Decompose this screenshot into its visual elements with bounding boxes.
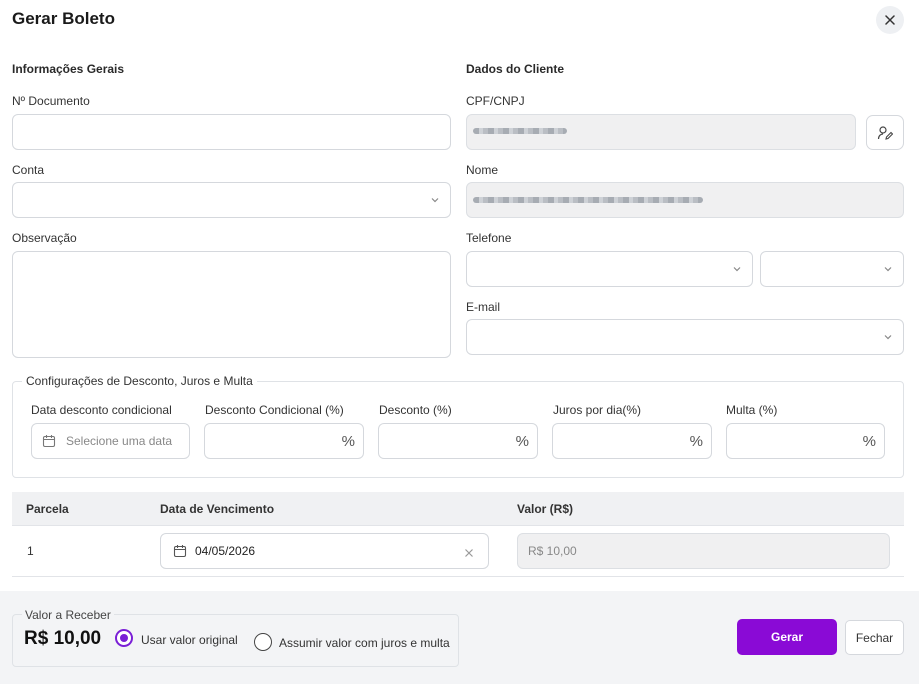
juros-input[interactable]: % bbox=[552, 423, 712, 459]
chevron-down-icon bbox=[431, 198, 439, 203]
conta-select[interactable] bbox=[12, 182, 451, 218]
telefone-tipo-select[interactable] bbox=[760, 251, 904, 287]
close-icon bbox=[885, 15, 895, 25]
chevron-down-icon bbox=[884, 335, 892, 340]
vencimento-value: 04/05/2026 bbox=[195, 544, 256, 558]
chevron-down-icon bbox=[884, 267, 892, 272]
modal-title: Gerar Boleto bbox=[12, 9, 115, 28]
data-desconto-input[interactable]: Selecione uma data bbox=[31, 423, 190, 459]
edit-user-icon bbox=[877, 125, 893, 140]
header-vencimento: Data de Vencimento bbox=[160, 502, 275, 516]
juros-label: Juros por dia(%) bbox=[553, 403, 642, 417]
desconto-condicional-label: Desconto Condicional (%) bbox=[205, 403, 344, 417]
observacao-label: Observação bbox=[12, 231, 77, 245]
cpf-label: CPF/CNPJ bbox=[466, 94, 525, 108]
calendar-icon bbox=[173, 545, 187, 558]
telefone-select[interactable] bbox=[466, 251, 753, 287]
row-parcela: 1 bbox=[27, 544, 34, 558]
conta-label: Conta bbox=[12, 163, 45, 177]
email-label: E-mail bbox=[466, 300, 501, 314]
percent-icon: % bbox=[862, 433, 876, 450]
percent-icon: % bbox=[515, 433, 529, 450]
email-select[interactable] bbox=[466, 319, 904, 355]
section-cliente-title: Dados do Cliente bbox=[466, 62, 565, 76]
nome-input bbox=[466, 182, 904, 218]
desconto-input[interactable]: % bbox=[378, 423, 538, 459]
parcelas-table-header: Parcela Data de Vencimento Valor (R$) bbox=[12, 492, 904, 526]
vencimento-input[interactable]: 04/05/2026 bbox=[160, 533, 489, 569]
header-parcela: Parcela bbox=[26, 502, 69, 516]
descontos-legend: Configurações de Desconto, Juros e Multa bbox=[22, 374, 257, 388]
documento-input[interactable] bbox=[12, 114, 451, 150]
section-general-title: Informações Gerais bbox=[12, 62, 125, 76]
radio-valor-original[interactable] bbox=[115, 629, 133, 647]
calendar-icon bbox=[42, 435, 56, 448]
clear-date-button[interactable] bbox=[464, 545, 474, 563]
multa-input[interactable]: % bbox=[726, 423, 885, 459]
chevron-down-icon bbox=[733, 267, 741, 272]
fechar-button[interactable]: Fechar bbox=[845, 620, 904, 655]
multa-label: Multa (%) bbox=[726, 403, 778, 417]
radio-valor-original-label[interactable]: Usar valor original bbox=[141, 633, 238, 647]
clear-icon bbox=[465, 549, 473, 557]
header-valor: Valor (R$) bbox=[517, 502, 574, 516]
cpf-input bbox=[466, 114, 856, 150]
edit-cliente-button[interactable] bbox=[866, 115, 904, 150]
row-divider bbox=[12, 576, 904, 577]
redacted-nome bbox=[473, 197, 703, 203]
observacao-textarea[interactable] bbox=[12, 251, 451, 358]
telefone-label: Telefone bbox=[466, 231, 512, 245]
valor-receber-amount: R$ 10,00 bbox=[24, 628, 102, 649]
valor-parcela-input: R$ 10,00 bbox=[517, 533, 890, 569]
percent-icon: % bbox=[341, 433, 355, 450]
data-desconto-label: Data desconto condicional bbox=[31, 403, 172, 417]
valor-receber-legend: Valor a Receber bbox=[22, 608, 114, 622]
nome-label: Nome bbox=[466, 163, 499, 177]
desconto-condicional-input[interactable]: % bbox=[204, 423, 364, 459]
valor-parcela-value: R$ 10,00 bbox=[528, 544, 577, 558]
close-button[interactable] bbox=[876, 6, 904, 34]
gerar-boleto-modal: Gerar Boleto Informações Gerais Nº Docum… bbox=[0, 0, 919, 684]
gerar-button[interactable]: Gerar bbox=[737, 619, 837, 655]
radio-juros-multa[interactable] bbox=[254, 633, 272, 651]
documento-label: Nº Documento bbox=[12, 94, 90, 108]
desconto-label: Desconto (%) bbox=[379, 403, 452, 417]
radio-juros-multa-label[interactable]: Assumir valor com juros e multa bbox=[279, 636, 450, 650]
percent-icon: % bbox=[689, 433, 703, 450]
redacted-cpf bbox=[473, 128, 567, 134]
data-desconto-placeholder: Selecione uma data bbox=[66, 434, 173, 448]
